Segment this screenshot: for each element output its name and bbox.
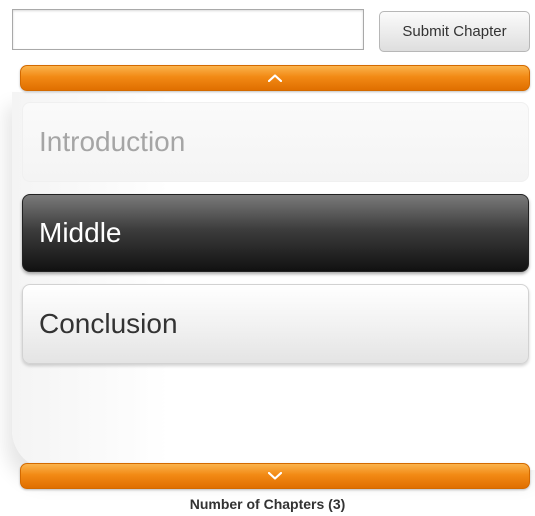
chapter-item-conclusion[interactable]: Conclusion xyxy=(22,284,529,364)
chevron-down-icon xyxy=(268,472,282,480)
chapter-count-label: Number of Chapters (3) xyxy=(189,496,346,512)
chapter-item-middle[interactable]: Middle xyxy=(22,194,529,272)
chapter-item-introduction[interactable]: Introduction xyxy=(22,102,529,182)
scroll-down-button[interactable] xyxy=(20,463,530,489)
scroll-up-button[interactable] xyxy=(20,65,530,91)
submit-chapter-button[interactable]: Submit Chapter xyxy=(379,11,530,52)
chapter-name-input[interactable] xyxy=(12,9,364,50)
chevron-up-icon xyxy=(268,74,282,82)
